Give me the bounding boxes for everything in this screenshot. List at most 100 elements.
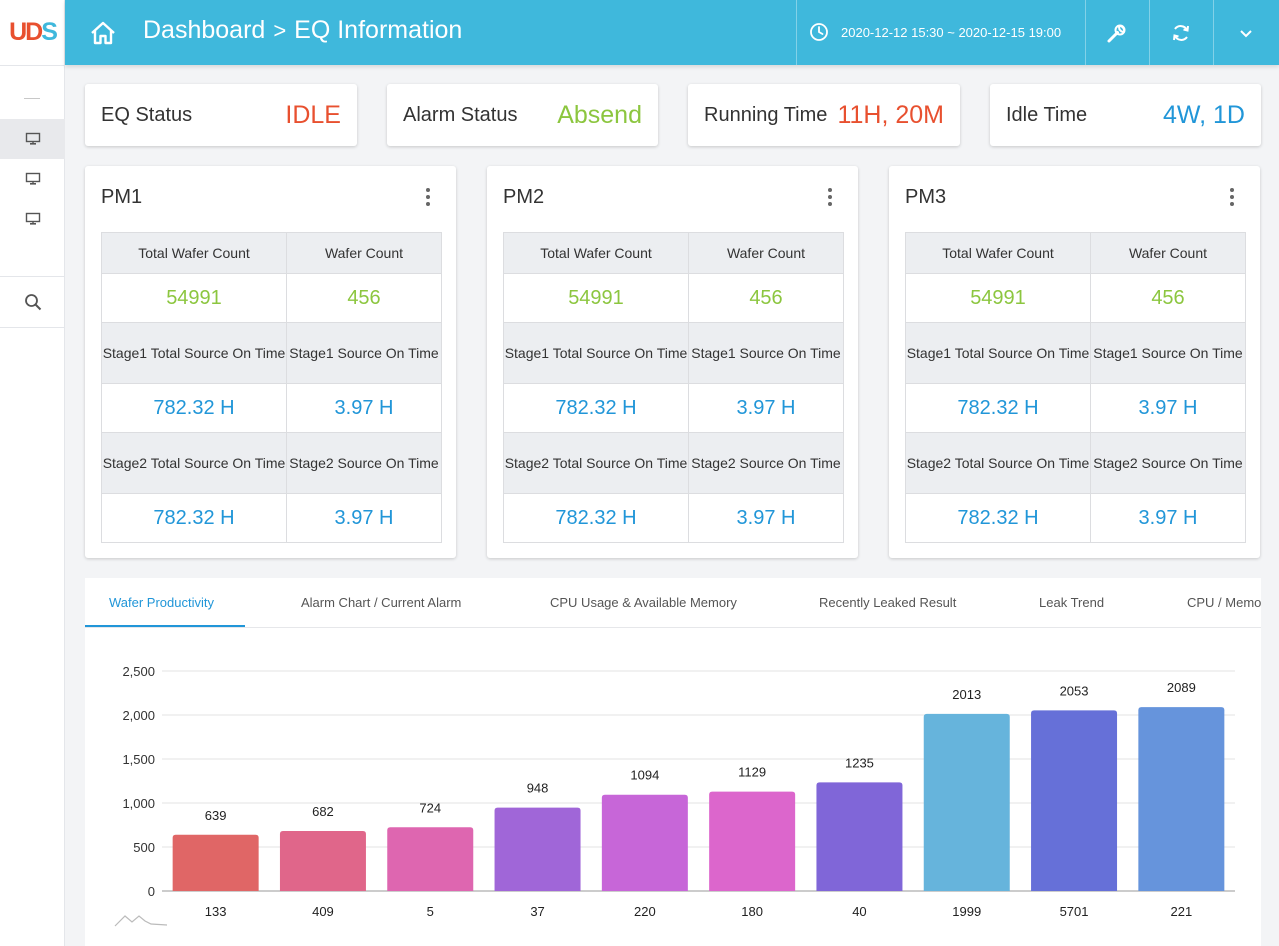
bar-value-label: 682 — [312, 804, 334, 819]
tab-cpu-memory[interactable]: CPU / Memo — [1187, 595, 1261, 610]
search-icon — [24, 294, 41, 311]
breadcrumb-current: EQ Information — [294, 16, 463, 44]
wafer-count-value: 456 — [688, 273, 844, 323]
breadcrumb-dashboard[interactable]: Dashboard — [143, 16, 265, 45]
refresh-icon — [1173, 24, 1189, 41]
idle-time-label: Idle Time — [1006, 103, 1088, 126]
y-tick-label: 1,500 — [122, 752, 155, 767]
sidebar-item-monitor-2[interactable] — [0, 159, 65, 199]
divider — [0, 65, 65, 66]
pm-table: Total Wafer Count Wafer Count 54991 456 St… — [101, 232, 442, 543]
more-vert-icon[interactable] — [1230, 188, 1234, 206]
divider — [24, 98, 40, 99]
bar[interactable] — [387, 827, 474, 891]
logo: UDS — [9, 18, 58, 46]
bar[interactable] — [923, 713, 1010, 891]
more-vert-icon[interactable] — [828, 188, 832, 206]
pm-title: PM1 — [101, 186, 143, 208]
sidebar: UDS — [0, 0, 65, 946]
breadcrumb-separator: > — [273, 17, 287, 43]
tab-wafer-productivity[interactable]: Wafer Productivity — [109, 595, 214, 610]
x-tick-label: 409 — [312, 904, 334, 919]
tab-recently-leaked-result[interactable]: Recently Leaked Result — [819, 595, 956, 610]
tab-leak-trend[interactable]: Leak Trend — [1039, 595, 1104, 610]
stage2-source-header: Stage2 Source On Time — [286, 432, 442, 494]
idle-time-card: Idle Time 4W, 1D — [990, 84, 1261, 146]
bar[interactable] — [1031, 710, 1118, 891]
pm-table: Total Wafer Count Wafer Count 54991 456 St… — [503, 232, 844, 543]
stage1-total-source-value: 782.32 H — [101, 383, 287, 433]
alarm-status-value: Absend — [557, 100, 642, 129]
bar[interactable] — [279, 830, 366, 891]
refresh-button[interactable] — [1149, 0, 1213, 65]
user-menu-button[interactable] — [1213, 0, 1279, 65]
bar[interactable] — [709, 791, 796, 891]
x-tick-label: 180 — [741, 904, 763, 919]
wafer-productivity-chart: 0 500 1,000 1,500 2,000 2,500 639 133 682 409 724 5… — [114, 664, 1235, 927]
bar-value-label: 1235 — [845, 755, 874, 770]
tab-alarm-chart[interactable]: Alarm Chart / Current Alarm — [301, 595, 461, 610]
total-wafer-count-header: Total Wafer Count — [503, 232, 689, 274]
sidebar-item-monitor-1[interactable] — [0, 119, 65, 159]
stage2-source-value: 3.97 H — [688, 493, 844, 543]
running-time-value: 11H, 20M — [837, 100, 944, 129]
x-tick-label: 1999 — [952, 904, 981, 919]
y-tick-label: 1,000 — [122, 796, 155, 811]
wafer-count-value: 456 — [1090, 273, 1246, 323]
bar-value-label: 2089 — [1167, 680, 1196, 695]
active-tab-indicator — [85, 625, 245, 627]
total-wafer-count-header: Total Wafer Count — [101, 232, 287, 274]
stage1-source-value: 3.97 H — [688, 383, 844, 433]
stage2-total-source-value: 782.32 H — [101, 493, 287, 543]
time-range[interactable]: 2020-12-12 15:30 ~ 2020-12-15 19:00 — [809, 22, 1061, 42]
stage1-total-source-value: 782.32 H — [503, 383, 689, 433]
bar[interactable] — [172, 834, 259, 891]
pm2-card: PM2 Total Wafer Count Wafer Count 54991 45… — [487, 166, 858, 558]
pm3-card: PM3 Total Wafer Count Wafer Count 54991 45… — [889, 166, 1260, 558]
stage1-total-source-value: 782.32 H — [905, 383, 1091, 433]
running-time-card: Running Time 11H, 20M — [688, 84, 960, 146]
stage1-source-header: Stage1 Source On Time — [286, 322, 442, 384]
bar-value-label: 639 — [205, 808, 227, 823]
x-tick-label: 5 — [427, 904, 434, 919]
breadcrumb: Dashboard > EQ Information — [143, 16, 462, 45]
bar[interactable] — [601, 794, 688, 891]
search-button[interactable] — [0, 282, 65, 322]
running-time-label: Running Time — [704, 103, 828, 126]
x-tick-label: 5701 — [1060, 904, 1089, 919]
stage2-total-source-value: 782.32 H — [503, 493, 689, 543]
bar[interactable] — [1138, 707, 1225, 891]
pm-title: PM2 — [503, 186, 545, 208]
stage1-total-source-header: Stage1 Total Source On Time — [503, 322, 689, 384]
stage1-source-value: 3.97 H — [286, 383, 442, 433]
stage2-total-source-value: 782.32 H — [905, 493, 1091, 543]
divider — [796, 0, 797, 65]
y-tick-label: 500 — [133, 840, 155, 855]
total-wafer-count-value: 54991 — [503, 273, 689, 323]
settings-button[interactable] — [1085, 0, 1149, 65]
x-tick-label: 37 — [530, 904, 544, 919]
x-tick-label: 133 — [205, 904, 227, 919]
bar-value-label: 948 — [527, 781, 549, 796]
bar[interactable] — [494, 807, 581, 891]
clock-icon — [810, 23, 828, 41]
bar[interactable] — [816, 782, 903, 891]
sparkline-icon — [114, 915, 168, 927]
bar-value-label: 2053 — [1060, 683, 1089, 698]
y-tick-label: 2,500 — [122, 664, 155, 679]
wafer-count-value: 456 — [286, 273, 442, 323]
x-tick-label: 40 — [852, 904, 866, 919]
wrench-icon — [1107, 24, 1126, 42]
stage2-total-source-header: Stage2 Total Source On Time — [905, 432, 1091, 494]
monitor-icon — [25, 172, 40, 185]
stage1-source-header: Stage1 Source On Time — [688, 322, 844, 384]
more-vert-icon[interactable] — [426, 188, 430, 206]
y-tick-label: 2,000 — [122, 708, 155, 723]
stage2-source-value: 3.97 H — [1090, 493, 1246, 543]
time-range-text: 2020-12-12 15:30 ~ 2020-12-15 19:00 — [841, 24, 1062, 40]
sidebar-item-monitor-3[interactable] — [0, 199, 65, 239]
tab-cpu-usage-memory[interactable]: CPU Usage & Available Memory — [550, 595, 737, 610]
bar-value-label: 1129 — [738, 765, 766, 780]
home-button[interactable] — [89, 20, 117, 51]
tab-bar: Wafer Productivity Alarm Chart / Current… — [85, 578, 1261, 628]
